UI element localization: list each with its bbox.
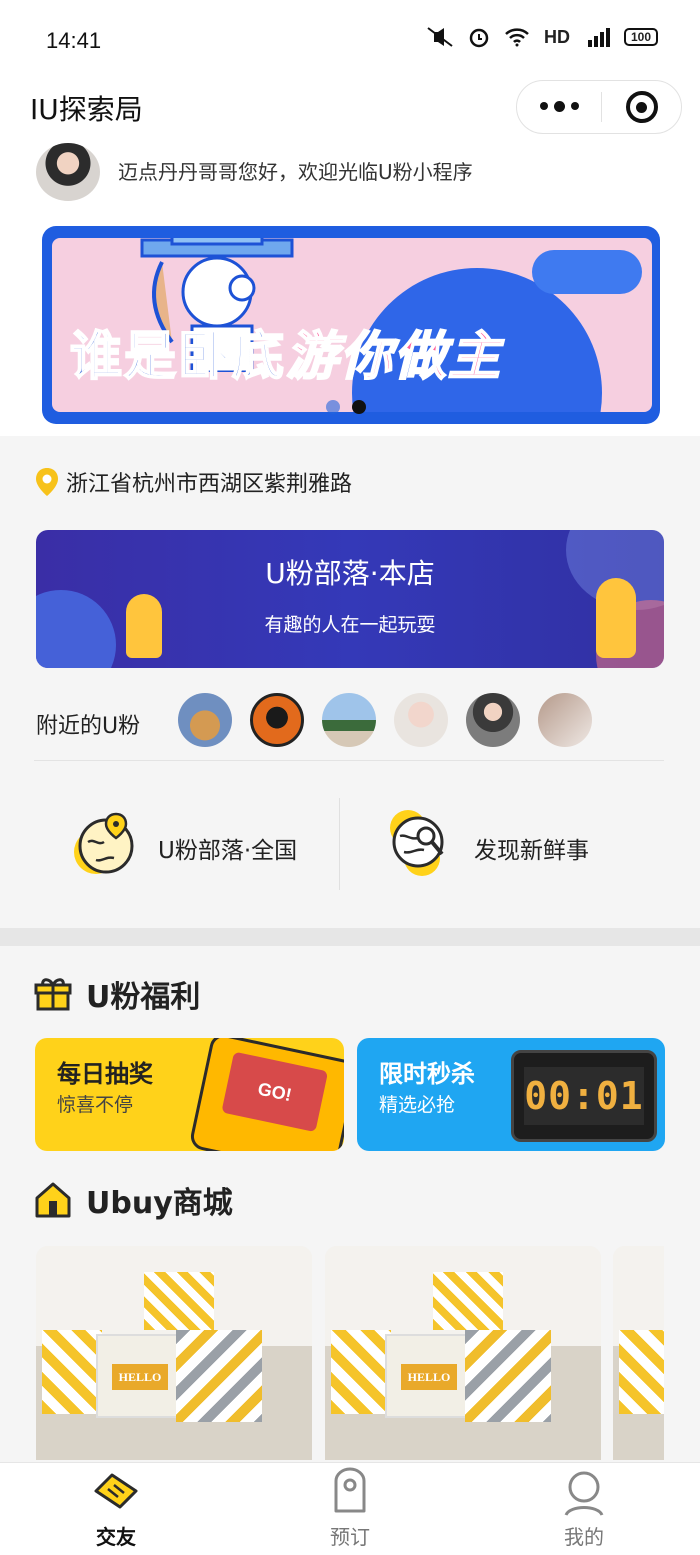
tab-label: 预订 [330,1525,370,1549]
nearby-avatar[interactable] [178,693,232,747]
globe-pin-icon [74,812,134,874]
wifi-icon [505,28,529,47]
tag-icon [334,1467,366,1513]
promo-title: 每日抽奖 [57,1060,153,1088]
nearby-avatar[interactable] [538,693,592,747]
console-screen: GO! [221,1051,329,1133]
pillow-image [331,1330,391,1414]
status-bar: 14:41 HD 100 [0,0,700,80]
mini-program-capsule [516,80,682,134]
location-pin-icon [36,468,58,496]
user-icon [564,1471,604,1516]
network-type: HD [544,26,570,47]
tab-me[interactable]: 我的 [524,1467,644,1550]
product-card[interactable] [613,1246,664,1460]
tab-label: 交友 [96,1525,136,1549]
product-card[interactable]: HELLO [36,1246,312,1460]
nearby-avatar-list [178,693,592,747]
tile-label: 发现新鲜事 [474,838,589,864]
user-avatar[interactable] [36,143,100,201]
store-card[interactable]: U粉部落·本店 有趣的人在一起玩耍 [36,530,664,668]
pillow-print: HELLO [112,1364,168,1390]
status-time: 14:41 [46,28,102,53]
battery-icon: 100 [624,28,658,46]
banner-text-left: 谁是卧底 [69,326,287,388]
alarm-clock-icon: 00:01 [511,1050,657,1142]
mute-icon [427,27,453,47]
welfare-title: U粉福利 [86,980,201,1015]
shop-title: Ubuy商城 [86,1186,233,1221]
tab-bar: 交友 预订 我的 [0,1462,700,1555]
pillow-image [465,1330,551,1422]
tab-friends[interactable]: 交友 [56,1467,176,1550]
pillow-image [176,1330,262,1422]
tab-booking[interactable]: 预订 [290,1467,410,1550]
shop-heading: Ubuy商城 [34,1178,233,1222]
pagination-dot[interactable] [326,400,340,414]
section-gap [0,928,700,946]
store-title: U粉部落·本店 [265,557,435,590]
nav-bar: IU探索局 [0,80,700,140]
close-button[interactable] [602,91,681,123]
banner-text-right: 游你做主 [285,326,503,388]
promo-title: 限时秒杀 [379,1060,475,1088]
nearby-avatar[interactable] [322,693,376,747]
pillow-print: HELLO [401,1364,457,1390]
close-target-icon [625,91,658,123]
globe-search-icon [390,810,444,876]
gift-icon [34,978,72,1011]
product-carousel: HELLO HELLO [36,1246,664,1460]
welfare-heading: U粉福利 [34,972,200,1016]
pillow-image: HELLO [385,1334,469,1418]
handshake-icon [94,1473,138,1509]
banner-headline: 谁是卧底游你做主 [69,314,503,389]
alarm-icon [469,28,489,48]
banner-pagination [326,400,366,414]
pillow-image: HELLO [96,1334,180,1418]
promo-subtitle: 精选必抢 [379,1094,456,1116]
page-title: IU探索局 [30,93,143,126]
pillow-image [433,1272,503,1330]
daily-lottery-card[interactable]: 每日抽奖 惊喜不停 GO! [35,1038,344,1151]
flash-sale-card[interactable]: 限时秒杀 精选必抢 00:01 [357,1038,665,1151]
nearby-avatar[interactable] [394,693,448,747]
nearby-avatar[interactable] [466,693,520,747]
location-row[interactable]: 浙江省杭州市西湖区紫荆雅路 [34,466,352,498]
location-address: 浙江省杭州市西湖区紫荆雅路 [66,472,353,497]
divider [34,760,664,761]
pillow-image [144,1272,214,1330]
promo-subtitle: 惊喜不停 [57,1094,134,1116]
nearby-avatar[interactable] [250,693,304,747]
store-subtitle: 有趣的人在一起玩耍 [264,614,436,636]
tile-label: U粉部落·全国 [158,838,298,864]
signal-icon [588,28,610,47]
nearby-label: 附近的U粉 [36,714,141,739]
pagination-dot-active[interactable] [352,400,366,414]
game-console-icon: GO! [188,1038,344,1151]
status-icons: HD 100 [426,26,658,48]
home-icon [35,1182,71,1218]
product-card[interactable]: HELLO [325,1246,601,1460]
more-menu-button[interactable] [517,101,601,112]
pillow-image [42,1330,102,1414]
clock-display: 00:01 [524,1067,644,1125]
pillow-image [619,1330,664,1414]
tab-label: 我的 [564,1525,604,1549]
welcome-text: 迈点丹丹哥哥您好，欢迎光临U粉小程序 [118,160,473,184]
banner-artwork: 谁是卧底游你做主 [52,238,652,412]
promo-banner[interactable]: 谁是卧底游你做主 [42,226,660,424]
cloud-icon [532,250,642,294]
tile-divider [339,798,340,890]
